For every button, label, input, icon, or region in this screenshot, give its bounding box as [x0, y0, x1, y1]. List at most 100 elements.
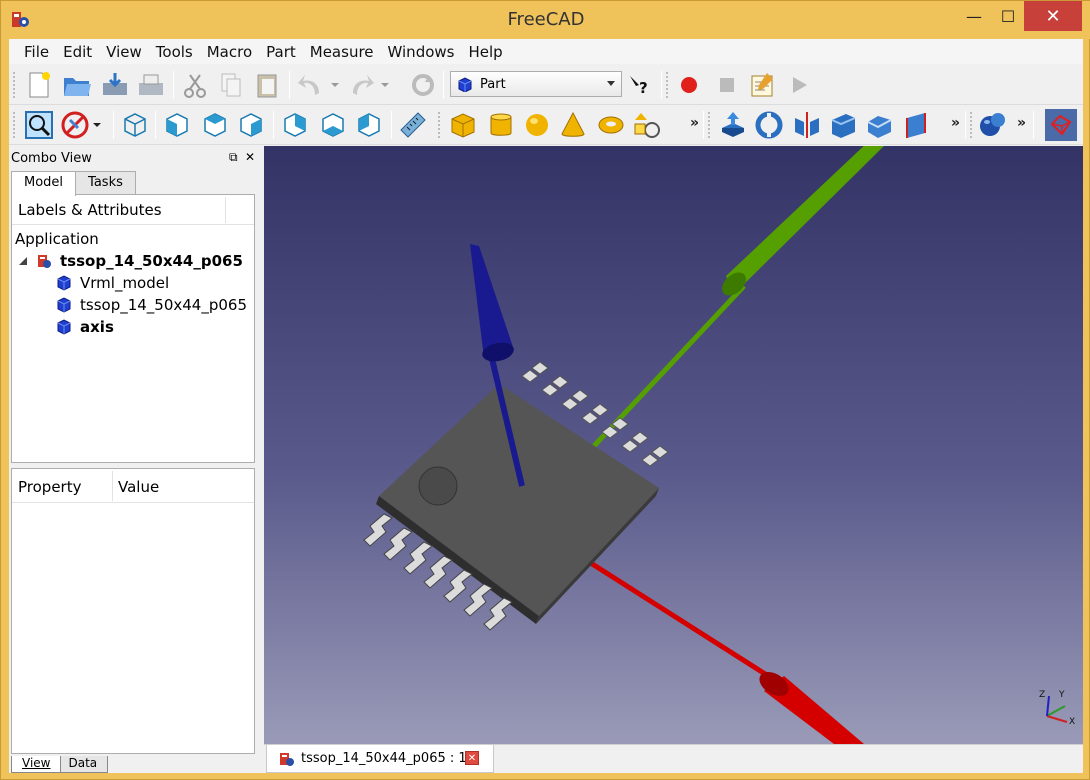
- tab-model[interactable]: Model: [11, 171, 77, 196]
- tab-view[interactable]: View: [11, 756, 62, 773]
- macro-record-icon[interactable]: [673, 69, 705, 101]
- part-cylinder-icon[interactable]: [485, 109, 517, 141]
- document-tab-label: tssop_14_50x44_p065 : 1*: [301, 751, 474, 766]
- toolbar-separator: [965, 111, 966, 139]
- column-divider[interactable]: [225, 197, 226, 223]
- tree-header-label: Labels & Attributes: [18, 200, 162, 219]
- menu-measure[interactable]: Measure: [303, 43, 381, 61]
- part-box-icon[interactable]: [447, 109, 479, 141]
- part-mirror-icon[interactable]: [791, 109, 823, 141]
- menu-macro[interactable]: Macro: [200, 43, 259, 61]
- part-extrude-icon[interactable]: [717, 109, 749, 141]
- toolbar-grip[interactable]: [665, 71, 669, 99]
- 3d-viewport[interactable]: Z Y X: [264, 146, 1083, 744]
- file-toolbar: Part ?: [9, 65, 1083, 105]
- document-icon: [38, 255, 51, 268]
- copy-icon[interactable]: [215, 69, 247, 101]
- close-panel-icon[interactable]: ✕: [245, 150, 255, 164]
- combo-view-title: Combo View: [11, 150, 92, 166]
- redo-icon[interactable]: [345, 69, 377, 101]
- macro-execute-icon[interactable]: [783, 69, 815, 101]
- close-tab-icon[interactable]: ✕: [465, 751, 479, 765]
- maximize-button[interactable]: ☐: [989, 1, 1027, 31]
- open-folder-icon[interactable]: [61, 69, 93, 101]
- menu-part[interactable]: Part: [259, 43, 303, 61]
- document-tab[interactable]: tssop_14_50x44_p065 : 1* ✕: [266, 745, 494, 773]
- document-label: tssop_14_50x44_p065: [60, 252, 243, 270]
- whats-this-icon[interactable]: ?: [623, 69, 655, 101]
- redo-dropdown-icon[interactable]: [377, 69, 393, 101]
- menu-file[interactable]: File: [17, 43, 56, 61]
- toolbar-grip[interactable]: [437, 111, 441, 139]
- measure-distance-icon[interactable]: [397, 109, 429, 141]
- draw-style-icon[interactable]: [59, 109, 91, 141]
- macro-edit-icon[interactable]: [747, 69, 779, 101]
- view-right-icon[interactable]: [235, 109, 267, 141]
- print-icon[interactable]: [135, 69, 167, 101]
- view-axonometric-icon[interactable]: [119, 109, 151, 141]
- tree-item-vrml-model[interactable]: Vrml_model: [56, 272, 169, 294]
- 3d-scene[interactable]: [264, 146, 1083, 744]
- part-boolean-icon[interactable]: [977, 109, 1009, 141]
- toolbar-grip[interactable]: [12, 111, 16, 139]
- part-revolve-icon[interactable]: [753, 109, 785, 141]
- view-bottom-icon[interactable]: [317, 109, 349, 141]
- part-feature-icon: [57, 275, 71, 291]
- close-window-button[interactable]: ✕: [1024, 1, 1082, 31]
- tree-item-axis[interactable]: axis: [56, 316, 114, 338]
- axis-y-label: Y: [1058, 690, 1065, 700]
- workbench-selector[interactable]: Part: [450, 71, 622, 97]
- part-torus-icon[interactable]: [595, 109, 627, 141]
- view-rear-icon[interactable]: [279, 109, 311, 141]
- toolbar-separator: [155, 111, 156, 139]
- part-ruled-surface-icon[interactable]: [901, 109, 933, 141]
- toolbar-grip[interactable]: [12, 71, 16, 99]
- column-divider[interactable]: [112, 471, 113, 501]
- toolbar-grip[interactable]: [707, 111, 711, 139]
- part-chamfer-icon[interactable]: [863, 109, 895, 141]
- part-fillet-icon[interactable]: [827, 109, 859, 141]
- part-cone-icon[interactable]: [557, 109, 589, 141]
- menu-edit[interactable]: Edit: [56, 43, 99, 61]
- menu-tools[interactable]: Tools: [149, 43, 200, 61]
- draw-style-dropdown-icon[interactable]: [89, 109, 105, 141]
- undo-icon[interactable]: [295, 69, 327, 101]
- new-document-icon[interactable]: [23, 69, 55, 101]
- toolbar-separator: [661, 71, 662, 99]
- y-axis-arrow: [592, 146, 884, 448]
- tree-item-document[interactable]: tssop_14_50x44_p065: [18, 250, 243, 272]
- property-column-header: Property: [18, 478, 82, 496]
- minimize-button[interactable]: —: [955, 1, 993, 31]
- save-icon[interactable]: [99, 69, 131, 101]
- undo-dropdown-icon[interactable]: [327, 69, 343, 101]
- toolbar-overflow-icon[interactable]: »: [951, 115, 960, 131]
- menu-view[interactable]: View: [99, 43, 149, 61]
- toolbar-overflow-icon[interactable]: »: [1017, 115, 1026, 131]
- macro-stop-icon[interactable]: [711, 69, 743, 101]
- float-panel-icon[interactable]: ⧉: [229, 150, 238, 165]
- toolbar-overflow-icon[interactable]: »: [690, 115, 699, 131]
- toolbar-separator: [113, 111, 114, 139]
- menu-help[interactable]: Help: [461, 43, 509, 61]
- view-left-icon[interactable]: [353, 109, 385, 141]
- refresh-icon[interactable]: [407, 69, 439, 101]
- toolbar-grip[interactable]: [969, 111, 973, 139]
- property-tabs: View Data: [11, 756, 109, 774]
- part-primitives-icon[interactable]: [631, 109, 663, 141]
- combo-tabs: Model Tasks: [11, 171, 136, 196]
- toolbar-separator: [1033, 111, 1034, 139]
- view-front-icon[interactable]: [161, 109, 193, 141]
- cut-icon[interactable]: [179, 69, 211, 101]
- title-bar: FreeCAD — ☐ ✕: [1, 1, 1090, 39]
- menu-windows[interactable]: Windows: [381, 43, 462, 61]
- fit-all-icon[interactable]: [23, 109, 55, 141]
- tree-item-tssop[interactable]: tssop_14_50x44_p065: [56, 294, 247, 316]
- tab-tasks[interactable]: Tasks: [75, 171, 136, 195]
- selection-view-icon[interactable]: [1045, 109, 1077, 141]
- model-tree: Labels & Attributes Application tssop_14…: [11, 194, 255, 463]
- paste-icon[interactable]: [251, 69, 283, 101]
- tab-data[interactable]: Data: [57, 756, 109, 773]
- view-top-icon[interactable]: [199, 109, 231, 141]
- collapse-icon[interactable]: [18, 256, 28, 266]
- part-sphere-icon[interactable]: [521, 109, 553, 141]
